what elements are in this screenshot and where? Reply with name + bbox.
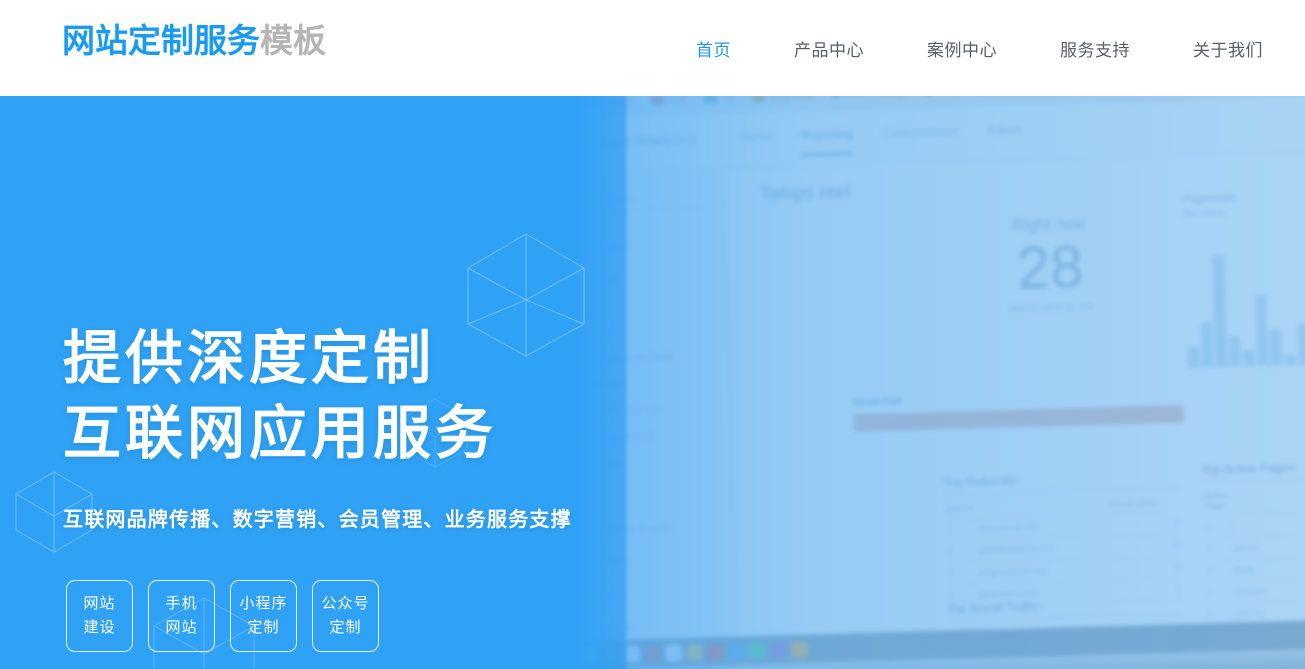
site-header: 网站定制服务模板 首页 产品中心 案例中心 服务支持 关于我们 <box>0 0 1305 96</box>
nav-item-products[interactable]: 产品中心 <box>794 36 864 61</box>
nav-item-support[interactable]: 服务支持 <box>1060 36 1130 61</box>
service-button-website[interactable]: 网站 建设 <box>66 580 133 652</box>
logo-sub-text: 模板 <box>260 22 326 59</box>
hero-content: 提供深度定制 互联网应用服务 互联网品牌传播、数字营销、会员管理、业务服务支撑 … <box>0 96 1305 669</box>
service-button-mobile-site[interactable]: 手机 网站 <box>148 580 215 652</box>
nav-item-home[interactable]: 首页 <box>696 36 731 61</box>
nav-item-cases[interactable]: 案例中心 <box>927 36 997 61</box>
hero-service-buttons: 网站 建设 手机 网站 小程序 定制 公众号 定制 <box>66 580 379 652</box>
service-button-official-account[interactable]: 公众号 定制 <box>312 580 379 652</box>
site-logo[interactable]: 网站定制服务模板 <box>62 15 326 67</box>
hero-title-line1: 提供深度定制 <box>63 326 436 391</box>
hero-subtitle: 互联网品牌传播、数字营销、会员管理、业务服务支撑 <box>63 509 572 531</box>
hero-title: 提供深度定制 互联网应用服务 <box>63 321 497 471</box>
hero-title-line2: 互联网应用服务 <box>63 401 498 466</box>
hero-banner: fut Ngspc Red TB BlogYeast Brain Picking… <box>0 96 1305 669</box>
main-navigation: 首页 产品中心 案例中心 服务支持 关于我们 <box>696 0 1263 96</box>
logo-main-text: 网站定制服务 <box>62 22 260 59</box>
page-root: 网站定制服务模板 首页 产品中心 案例中心 服务支持 关于我们 fut Ngsp… <box>0 0 1305 669</box>
nav-item-about[interactable]: 关于我们 <box>1193 36 1263 61</box>
service-button-miniprogram[interactable]: 小程序 定制 <box>230 580 297 652</box>
